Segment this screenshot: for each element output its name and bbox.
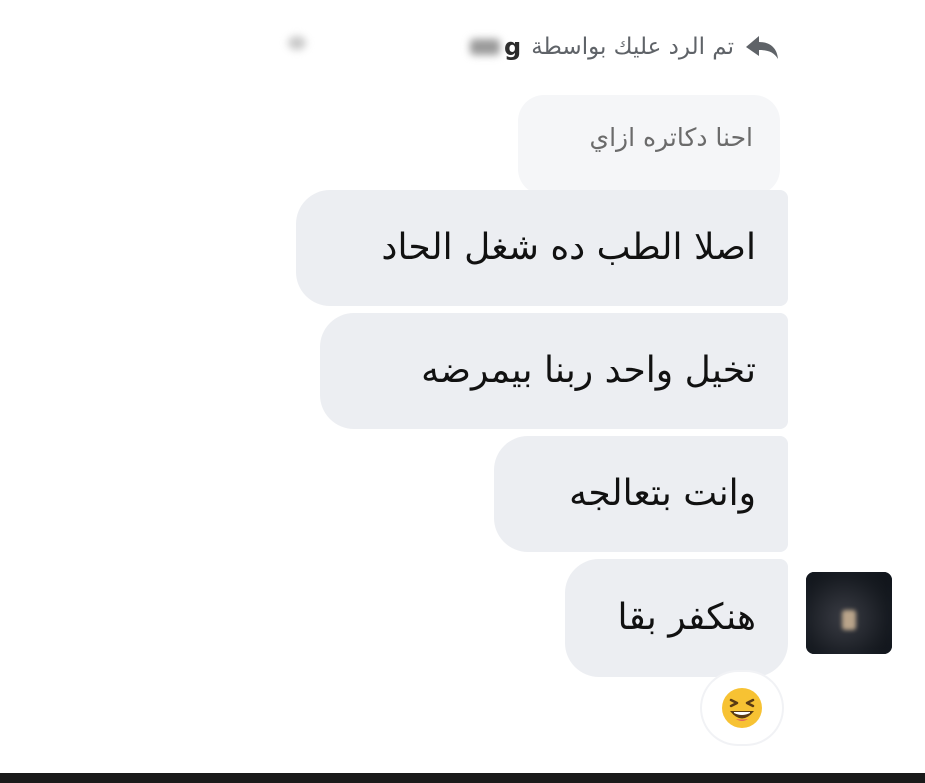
reply-arrow-icon <box>746 36 778 59</box>
message-bubble[interactable]: وانت بتعالجه <box>494 436 788 552</box>
bottom-divider <box>0 773 925 783</box>
message-bubble[interactable]: اصلا الطب ده شغل الحاد <box>296 190 788 306</box>
message-bubble[interactable]: هنكفر بقا <box>565 559 788 677</box>
laughing-squint-emoji-icon <box>722 688 762 728</box>
message-bubble[interactable]: تخيل واحد ربنا بيمرضه <box>320 313 788 429</box>
reaction-badge[interactable] <box>702 672 782 744</box>
quoted-message-text: احنا دكاتره ازاي <box>589 123 754 152</box>
avatar[interactable] <box>806 572 892 654</box>
message-text: اصلا الطب ده شغل الحاد <box>381 227 756 268</box>
replier-name: g <box>470 33 521 61</box>
reply-header-label: تم الرد عليك بواسطة <box>531 34 734 60</box>
message-text: هنكفر بقا <box>617 597 756 638</box>
message-text: تخيل واحد ربنا بيمرضه <box>421 350 756 391</box>
reply-header: تم الرد عليك بواسطة g <box>280 22 780 72</box>
message-text: وانت بتعالجه <box>569 473 756 514</box>
